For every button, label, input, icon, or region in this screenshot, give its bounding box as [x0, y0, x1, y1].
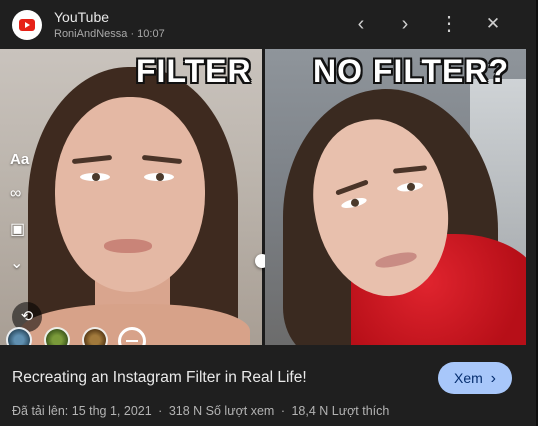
eye: [80, 173, 110, 181]
no-filter-panel: NO FILTER?: [265, 49, 526, 345]
no-filter-caption: NO FILTER?: [313, 53, 510, 89]
notification-card[interactable]: YouTube RoniAndNessa · 10:07 ‹ › ⋮ ✕ Aa …: [0, 0, 538, 426]
layout-icon: ▣: [10, 221, 26, 238]
text-tool-icon: Aa: [10, 151, 30, 168]
previous-icon[interactable]: ‹: [350, 13, 372, 35]
next-icon[interactable]: ›: [394, 13, 416, 35]
youtube-app-icon: [12, 10, 42, 40]
face-left: [55, 97, 205, 292]
chevron-right-icon: ›: [490, 370, 496, 387]
filter-panel: Aa ∞ ▣ ⌄ ⟲ FILTER: [0, 49, 262, 345]
video-metadata: Đã tải lên: 15 thg 1, 2021 · 318 N Số lư…: [12, 404, 389, 418]
close-icon[interactable]: ✕: [482, 13, 504, 35]
upload-date: Đã tải lên: 15 thg 1, 2021: [12, 404, 152, 418]
video-title: Recreating an Instagram Filter in Real L…: [12, 369, 307, 386]
channel-name: RoniAndNessa: [54, 28, 128, 40]
separator: ·: [158, 404, 163, 418]
notification-subtitle: RoniAndNessa · 10:07: [54, 28, 165, 40]
view-button-label: Xem: [453, 370, 483, 386]
separator: ·: [280, 404, 285, 418]
lips: [104, 239, 152, 253]
separator: ·: [130, 28, 135, 40]
notification-header: YouTube RoniAndNessa · 10:07 ‹ › ⋮ ✕: [0, 0, 538, 48]
boomerang-icon: ∞: [10, 185, 22, 202]
chevron-down-icon: ⌄: [10, 255, 24, 272]
video-thumbnail[interactable]: Aa ∞ ▣ ⌄ ⟲ FILTER NO FILTER?: [0, 49, 526, 345]
eye: [144, 173, 174, 181]
like-count: 18,4 N Lượt thích: [291, 404, 390, 418]
view-count: 318 N Số lượt xem: [168, 404, 275, 418]
app-name: YouTube: [54, 9, 110, 25]
more-options-icon[interactable]: ⋮: [438, 13, 460, 35]
filter-caption: FILTER: [136, 53, 252, 89]
notification-time: 10:07: [137, 28, 165, 40]
view-button[interactable]: Xem ›: [438, 362, 512, 394]
